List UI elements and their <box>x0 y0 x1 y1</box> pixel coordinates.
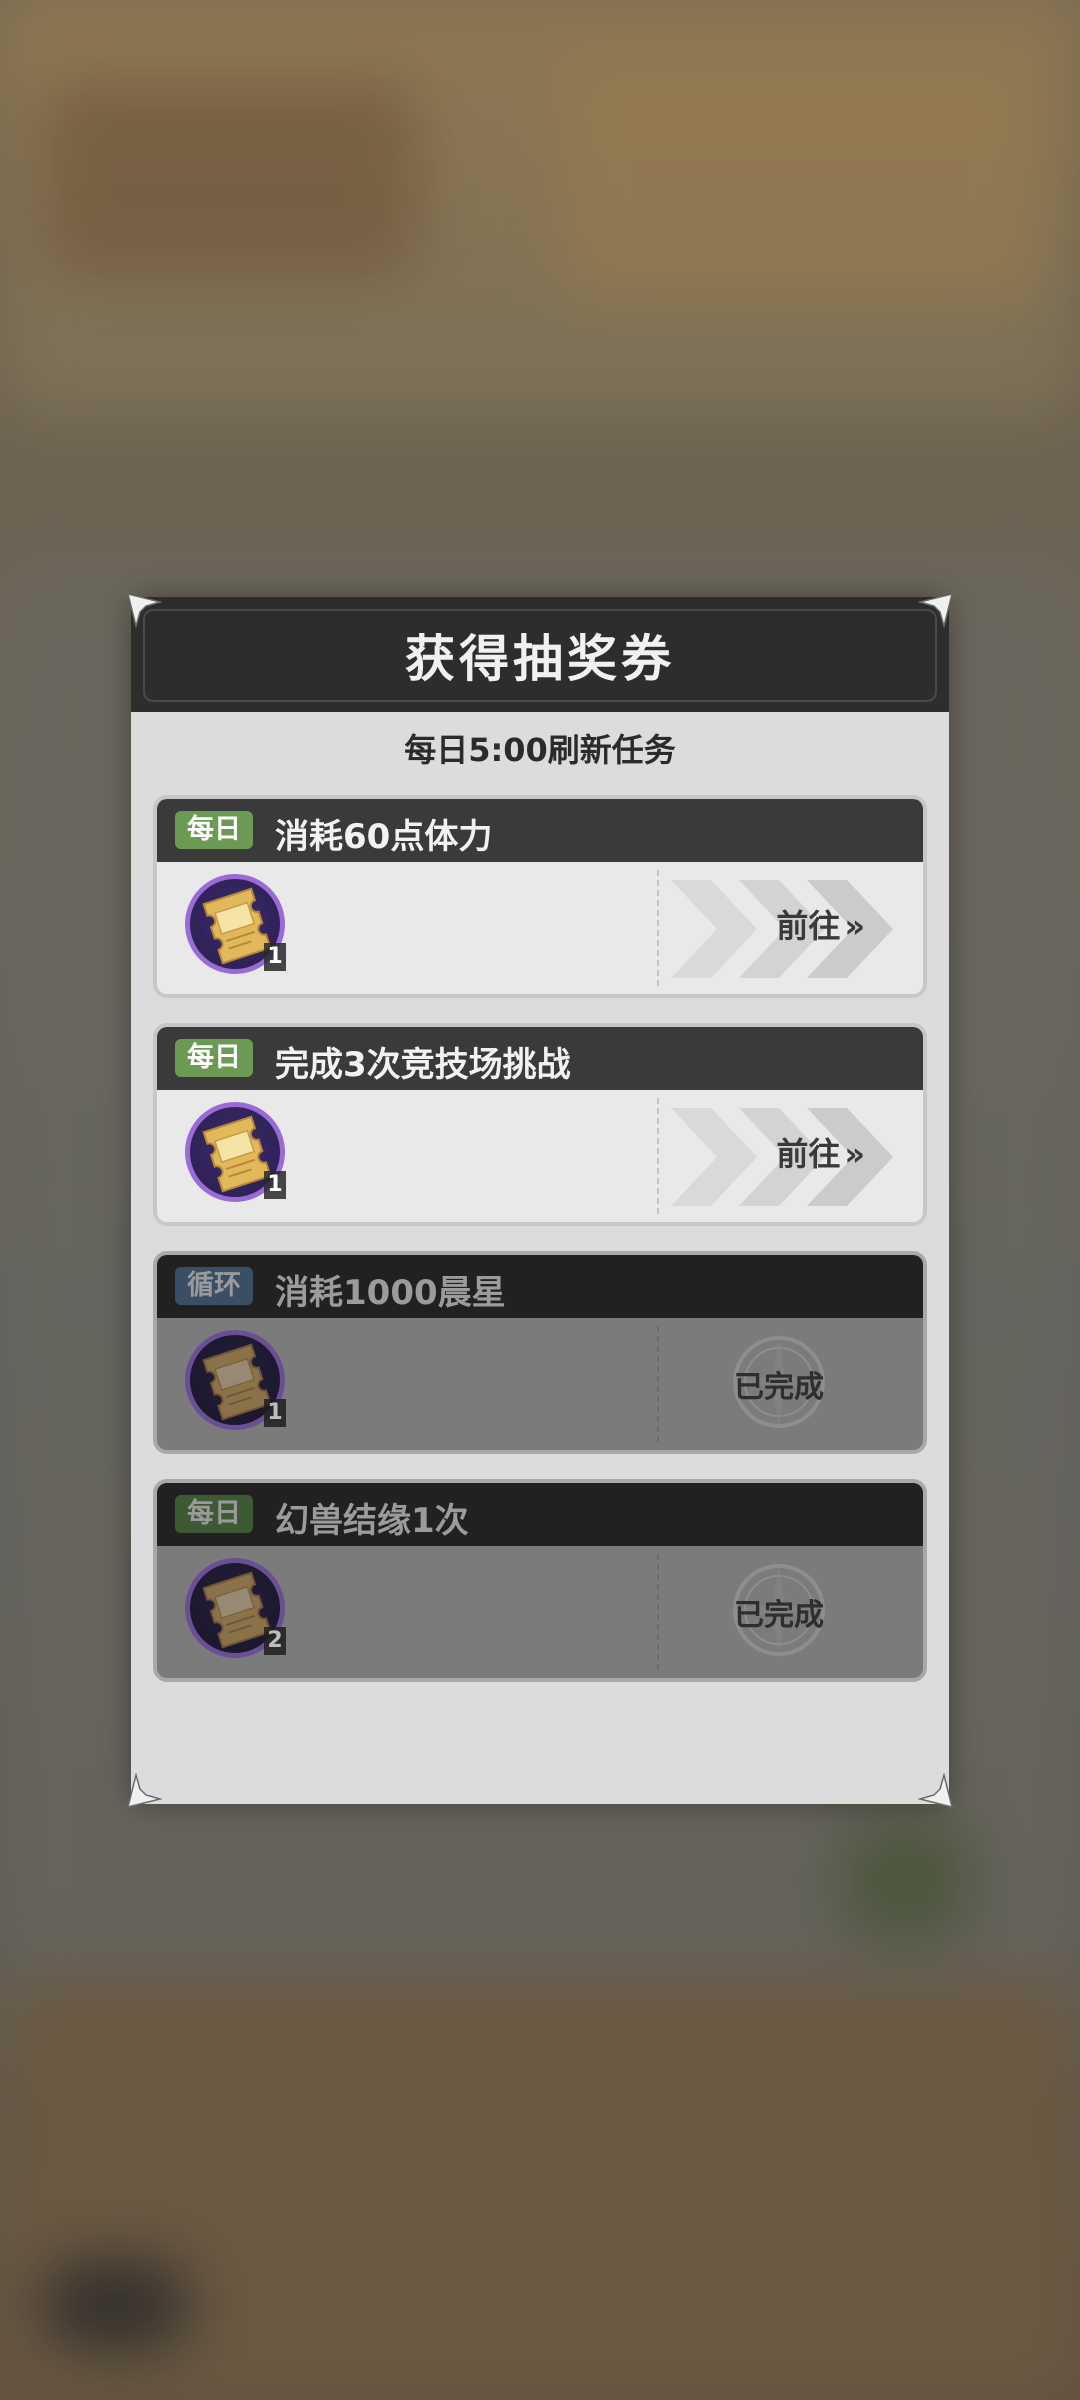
task-type-badge: 每日 <box>175 1039 253 1077</box>
refresh-note: 每日5:00刷新任务 <box>404 731 676 769</box>
go-button[interactable]: 前往 » <box>776 904 865 948</box>
task-card: 每日 幻兽结缘1次 2 已完成 <box>153 1479 927 1682</box>
task-title: 完成3次竞技场挑战 <box>275 1045 571 1085</box>
lottery-ticket-dialog: 获得抽奖券 每日5:00刷新任务 每日 消耗60点体力 1 前往 » 每日 完成… <box>131 597 949 1804</box>
divider <box>657 1554 659 1670</box>
task-type-badge: 循环 <box>175 1267 253 1305</box>
reward-quantity: 1 <box>264 1171 286 1199</box>
double-chevron-right-icon: » <box>844 907 865 945</box>
task-type-badge: 每日 <box>175 1495 253 1533</box>
task-body: 2 已完成 <box>157 1546 923 1678</box>
reward-item[interactable]: 2 <box>185 1558 286 1658</box>
task-header: 循环 消耗1000晨星 <box>157 1255 923 1318</box>
task-card: 循环 消耗1000晨星 1 已完成 <box>153 1251 927 1454</box>
completed-label: 已完成 <box>734 1598 824 1633</box>
dialog-title: 获得抽奖券 <box>405 630 675 688</box>
reward-item[interactable]: 1 <box>185 874 286 974</box>
reward-quantity: 2 <box>264 1627 286 1655</box>
go-button-label: 前往 <box>776 907 841 945</box>
go-button-label: 前往 <box>776 1135 841 1173</box>
task-card: 每日 完成3次竞技场挑战 1 前往 » <box>153 1023 927 1226</box>
go-button[interactable]: 前往 » <box>776 1132 865 1176</box>
task-body: 1 已完成 <box>157 1318 923 1450</box>
corner-ornament-icon <box>918 592 954 628</box>
completed-label: 已完成 <box>734 1370 824 1405</box>
task-body: 1 前往 » <box>157 1090 923 1222</box>
task-header: 每日 完成3次竞技场挑战 <box>157 1027 923 1090</box>
task-body: 1 前往 » <box>157 862 923 994</box>
task-title: 消耗1000晨星 <box>275 1273 506 1313</box>
task-type-badge: 每日 <box>175 811 253 849</box>
task-header: 每日 消耗60点体力 <box>157 799 923 862</box>
reward-item[interactable]: 1 <box>185 1330 286 1430</box>
task-header: 每日 幻兽结缘1次 <box>157 1483 923 1546</box>
divider <box>657 1326 659 1442</box>
double-chevron-right-icon: » <box>844 1135 865 1173</box>
dialog-header: 获得抽奖券 <box>131 597 949 712</box>
reward-quantity: 1 <box>264 943 286 971</box>
divider <box>657 1098 659 1214</box>
divider <box>657 870 659 986</box>
task-card: 每日 消耗60点体力 1 前往 » <box>153 795 927 998</box>
task-title: 消耗60点体力 <box>275 817 493 857</box>
reward-quantity: 1 <box>264 1399 286 1427</box>
task-title: 幻兽结缘1次 <box>275 1501 469 1541</box>
reward-item[interactable]: 1 <box>185 1102 286 1202</box>
corner-ornament-icon <box>126 1773 162 1809</box>
corner-ornament-icon <box>918 1773 954 1809</box>
corner-ornament-icon <box>126 592 162 628</box>
